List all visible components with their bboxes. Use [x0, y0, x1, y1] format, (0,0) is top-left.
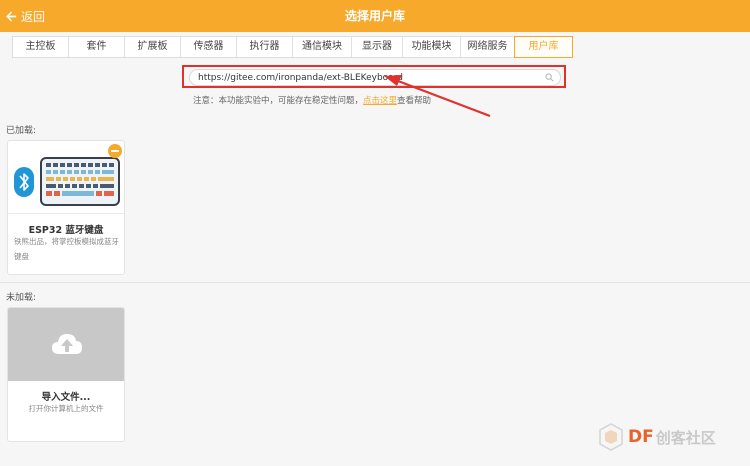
tab-user-library[interactable]: 用户库: [514, 36, 573, 58]
section-divider: [0, 282, 750, 283]
header-bar: 返回 选择用户库: [0, 0, 750, 32]
tab-main-board[interactable]: 主控板: [13, 37, 69, 57]
keyboard-illustration-icon: [14, 157, 120, 206]
tab-display[interactable]: 显示器: [352, 37, 403, 57]
loaded-section-label: 已加载:: [6, 126, 37, 136]
back-label: 返回: [21, 9, 46, 24]
tab-sensor[interactable]: 传感器: [181, 37, 237, 57]
category-tabs: 主控板 套件 扩展板 传感器 执行器 通信模块 显示器 功能模块 网络服务 用户…: [12, 36, 573, 58]
card-divider: [8, 213, 124, 214]
df-logo-icon: [599, 423, 623, 451]
tab-communication[interactable]: 通信模块: [293, 37, 352, 57]
back-button[interactable]: 返回: [6, 0, 45, 32]
tab-network-service[interactable]: 网络服务: [461, 37, 515, 57]
tab-expansion-board[interactable]: 扩展板: [125, 37, 181, 57]
tab-kit[interactable]: 套件: [69, 37, 125, 57]
library-card-esp32-keyboard[interactable]: ESP32 蓝牙键盘 铁熊出品，将掌控板模拟成蓝牙 键盘: [7, 140, 125, 275]
import-file-card[interactable]: 导入文件... 打开你计算机上的文件: [7, 307, 125, 442]
arrow-left-icon: [6, 11, 17, 21]
note-text: 注意：本功能实验中，可能存在稳定性问题，: [193, 96, 364, 106]
search-highlight-frame: [182, 65, 566, 88]
watermark-text2: 创客社区: [655, 428, 716, 447]
watermark-text: DF: [628, 427, 654, 447]
card-description-line1: 铁熊出品，将掌控板模拟成蓝牙: [14, 237, 119, 246]
import-file-description: 打开你计算机上的文件: [28, 404, 104, 413]
df-community-watermark: DF 创客社区: [598, 422, 716, 452]
note-suffix: 查看帮助: [397, 96, 432, 106]
tab-function-module[interactable]: 功能模块: [403, 37, 461, 57]
page-title: 选择用户库: [344, 9, 405, 23]
unloaded-section-label: 未加载:: [6, 293, 37, 303]
tab-actuator[interactable]: 执行器: [237, 37, 293, 57]
remove-library-button[interactable]: [108, 144, 122, 158]
experimental-note: 注意：本功能实验中，可能存在稳定性问题，点击这里查看帮助: [193, 94, 431, 106]
help-link[interactable]: 点击这里: [363, 96, 397, 106]
card-description-line2: 键盘: [14, 252, 29, 261]
cloud-upload-icon: [52, 334, 82, 354]
